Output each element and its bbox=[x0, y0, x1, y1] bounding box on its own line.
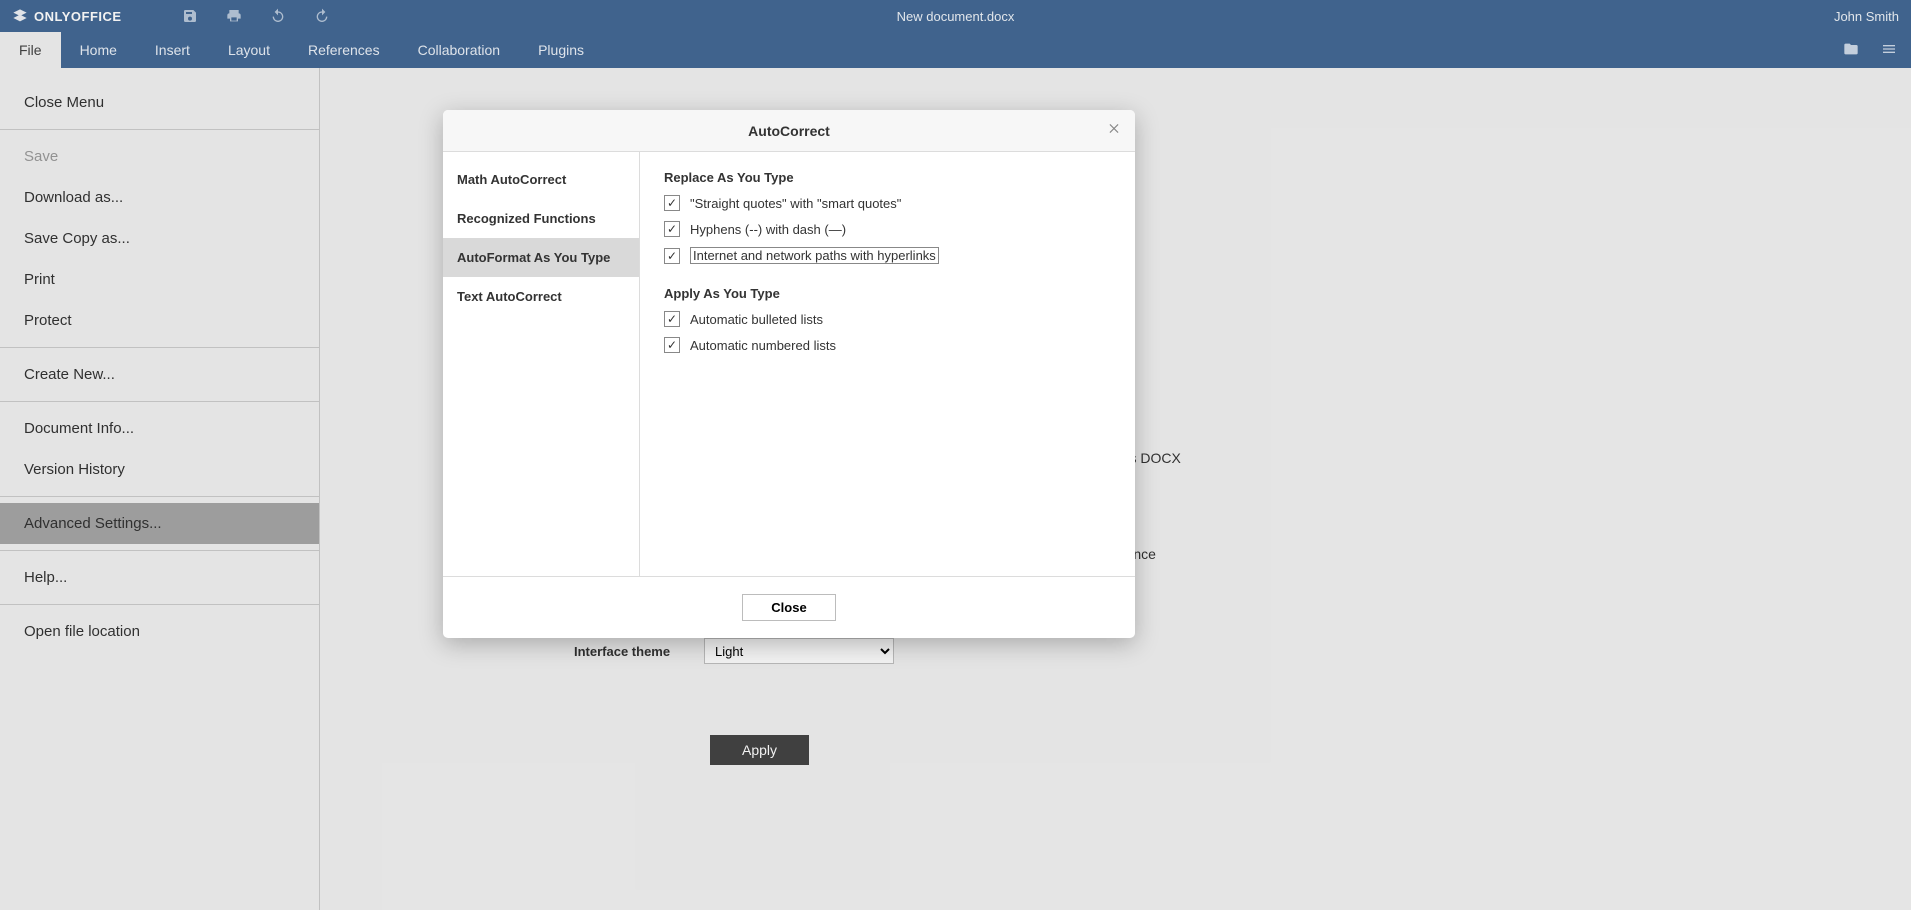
dialog-header: AutoCorrect bbox=[443, 110, 1135, 152]
checkbox[interactable] bbox=[664, 221, 680, 237]
close-button[interactable]: Close bbox=[742, 594, 835, 621]
checkbox[interactable] bbox=[664, 311, 680, 327]
section-apply-title: Apply As You Type bbox=[664, 286, 1111, 301]
dialog-tab[interactable]: Recognized Functions bbox=[443, 199, 639, 238]
dialog-body: Math AutoCorrectRecognized FunctionsAuto… bbox=[443, 152, 1135, 576]
checkbox[interactable] bbox=[664, 248, 680, 264]
dialog-footer: Close bbox=[443, 576, 1135, 638]
dialog-sidebar-tabs: Math AutoCorrectRecognized FunctionsAuto… bbox=[443, 152, 640, 576]
checkbox-label: Internet and network paths with hyperlin… bbox=[690, 247, 939, 264]
dialog-tab[interactable]: Math AutoCorrect bbox=[443, 160, 639, 199]
checkbox-label: Automatic bulleted lists bbox=[690, 312, 823, 327]
checkbox-row: Automatic numbered lists bbox=[664, 337, 1111, 353]
autocorrect-dialog: AutoCorrect Math AutoCorrectRecognized F… bbox=[443, 110, 1135, 638]
checkbox-row: Automatic bulleted lists bbox=[664, 311, 1111, 327]
dialog-content: Replace As You Type "Straight quotes" wi… bbox=[640, 152, 1135, 576]
dialog-tab[interactable]: Text AutoCorrect bbox=[443, 277, 639, 316]
dialog-title: AutoCorrect bbox=[748, 123, 830, 139]
section-replace-title: Replace As You Type bbox=[664, 170, 1111, 185]
dialog-tab[interactable]: AutoFormat As You Type bbox=[443, 238, 639, 277]
checkbox-row: Internet and network paths with hyperlin… bbox=[664, 247, 1111, 264]
checkbox-label: Automatic numbered lists bbox=[690, 338, 836, 353]
checkbox-row: "Straight quotes" with "smart quotes" bbox=[664, 195, 1111, 211]
checkbox-label: "Straight quotes" with "smart quotes" bbox=[690, 196, 901, 211]
checkbox[interactable] bbox=[664, 337, 680, 353]
close-icon[interactable] bbox=[1107, 121, 1121, 140]
checkbox[interactable] bbox=[664, 195, 680, 211]
checkbox-label: Hyphens (--) with dash (—) bbox=[690, 222, 846, 237]
checkbox-row: Hyphens (--) with dash (—) bbox=[664, 221, 1111, 237]
